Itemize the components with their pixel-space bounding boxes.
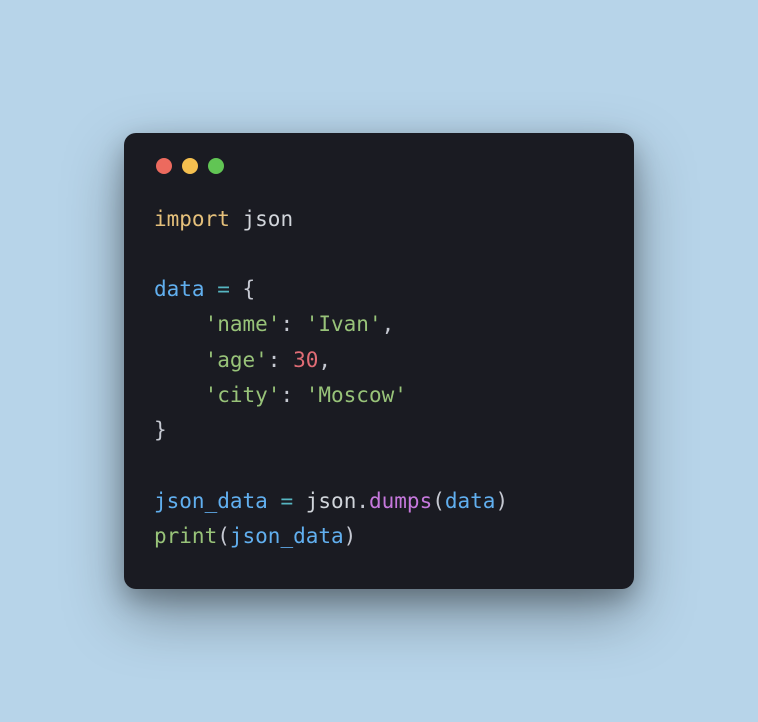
dict-key: 'name' [205, 312, 281, 336]
variable-json-data: json_data [154, 489, 268, 513]
operator-eq: = [217, 277, 230, 301]
maximize-icon[interactable] [208, 158, 224, 174]
paren-open: ( [217, 524, 230, 548]
brace-close: } [154, 418, 167, 442]
builtin-print: print [154, 524, 217, 548]
indent [154, 348, 205, 372]
colon: : [280, 312, 305, 336]
dot: . [356, 489, 369, 513]
method-dumps: dumps [369, 489, 432, 513]
comma: , [318, 348, 331, 372]
window-titlebar [154, 158, 604, 174]
paren-open: ( [432, 489, 445, 513]
minimize-icon[interactable] [182, 158, 198, 174]
keyword-import: import [154, 207, 230, 231]
indent [154, 312, 205, 336]
dict-value-number: 30 [293, 348, 318, 372]
paren-close: ) [344, 524, 357, 548]
indent [154, 383, 205, 407]
object-json: json [306, 489, 357, 513]
paren-close: ) [495, 489, 508, 513]
comma: , [382, 312, 395, 336]
operator-eq: = [280, 489, 293, 513]
close-icon[interactable] [156, 158, 172, 174]
colon: : [280, 383, 305, 407]
colon: : [268, 348, 293, 372]
dict-value: 'Ivan' [306, 312, 382, 336]
dict-key: 'city' [205, 383, 281, 407]
dict-value: 'Moscow' [306, 383, 407, 407]
code-window: import json data = { 'name': 'Ivan', 'ag… [124, 133, 634, 590]
arg-json-data: json_data [230, 524, 344, 548]
module-name: json [243, 207, 294, 231]
brace-open: { [243, 277, 256, 301]
variable-data: data [154, 277, 205, 301]
code-block: import json data = { 'name': 'Ivan', 'ag… [154, 202, 604, 555]
arg-data: data [445, 489, 496, 513]
dict-key: 'age' [205, 348, 268, 372]
